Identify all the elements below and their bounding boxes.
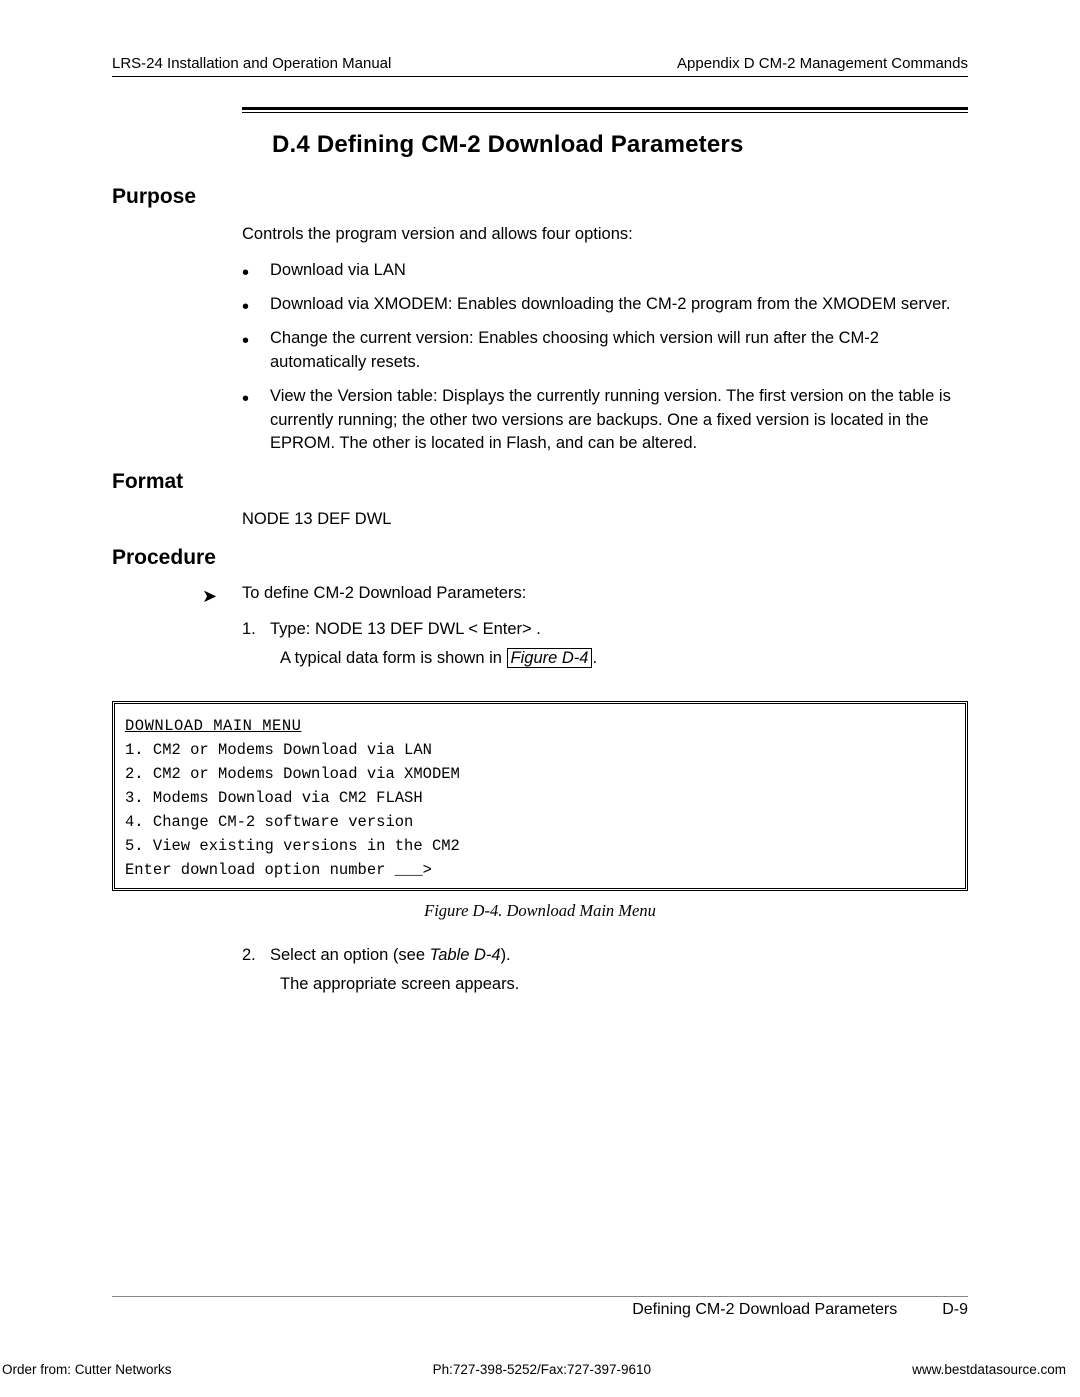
step-2: 2. Select an option (see Table D-4). xyxy=(242,943,968,968)
step1-sub-post: . xyxy=(592,649,597,667)
menu-prompt: Enter download option number ___> xyxy=(125,858,955,882)
procedure-heading: Procedure xyxy=(112,546,968,570)
purpose-heading: Purpose xyxy=(112,185,968,209)
header-left: LRS-24 Installation and Operation Manual xyxy=(112,55,391,72)
purpose-bullet: View the Version table: Displays the cur… xyxy=(242,385,968,457)
procedure-steps-cont: 2. Select an option (see Table D-4). xyxy=(242,943,968,968)
figure-link[interactable]: Figure D-4 xyxy=(507,648,593,668)
step1-cmd: NODE 13 DEF DWL < Enter> . xyxy=(315,620,541,638)
procedure-intro-line: ➤ To define CM-2 Download Parameters: xyxy=(202,584,968,607)
step1-sub-pre: A typical data form is shown in xyxy=(280,649,502,667)
menu-title: DOWNLOAD MAIN MENU xyxy=(125,714,955,738)
procedure-intro: To define CM-2 Download Parameters: xyxy=(242,584,526,603)
step2-pre: Select an option (see xyxy=(270,946,425,964)
menu-line: 1. CM2 or Modems Download via LAN xyxy=(125,738,955,762)
step-number: 2. xyxy=(242,943,256,968)
format-heading: Format xyxy=(112,470,968,494)
arrow-icon: ➤ xyxy=(202,584,242,607)
download-main-menu-box: DOWNLOAD MAIN MENU 1. CM2 or Modems Down… xyxy=(112,701,968,891)
step-number: 1. xyxy=(242,617,256,642)
bottom-row: Order from: Cutter Networks Ph:727-398-5… xyxy=(0,1362,1068,1377)
format-value: NODE 13 DEF DWL xyxy=(242,508,968,532)
bottom-left: Order from: Cutter Networks xyxy=(2,1362,172,1377)
section-double-rule xyxy=(242,107,968,113)
menu-line: 3. Modems Download via CM2 FLASH xyxy=(125,786,955,810)
menu-line: 4. Change CM-2 software version xyxy=(125,810,955,834)
purpose-bullets: Download via LAN Download via XMODEM: En… xyxy=(242,259,968,456)
menu-line: 2. CM2 or Modems Download via XMODEM xyxy=(125,762,955,786)
header-right: Appendix D CM-2 Management Commands xyxy=(677,55,968,72)
page-footer-right: Defining CM-2 Download Parameters D-9 xyxy=(632,1301,968,1319)
footer-rule xyxy=(112,1296,968,1297)
step2-sub: The appropriate screen appears. xyxy=(280,972,968,997)
section-title: D.4 Defining CM-2 Download Parameters xyxy=(112,131,968,159)
step1-sub: A typical data form is shown in Figure D… xyxy=(280,646,968,671)
footer-page: D-9 xyxy=(942,1301,968,1319)
menu-line: 5. View existing versions in the CM2 xyxy=(125,834,955,858)
step-1: 1. Type: NODE 13 DEF DWL < Enter> . xyxy=(242,617,968,642)
page-header: LRS-24 Installation and Operation Manual… xyxy=(112,55,968,76)
purpose-intro: Controls the program version and allows … xyxy=(242,223,968,247)
purpose-bullet: Download via LAN xyxy=(242,259,968,283)
purpose-bullet: Change the current version: Enables choo… xyxy=(242,327,968,375)
step2-post: ). xyxy=(501,946,511,964)
footer-section: Defining CM-2 Download Parameters xyxy=(632,1301,897,1319)
procedure-steps: 1. Type: NODE 13 DEF DWL < Enter> . xyxy=(242,617,968,642)
header-rule xyxy=(112,76,968,77)
table-ref: Table D-4 xyxy=(430,946,501,964)
purpose-bullet: Download via XMODEM: Enables downloading… xyxy=(242,293,968,317)
bottom-center: Ph:727-398-5252/Fax:727-397-9610 xyxy=(433,1362,651,1377)
figure-caption: Figure D-4. Download Main Menu xyxy=(112,901,968,921)
step1-prefix: Type: xyxy=(270,620,315,638)
bottom-right: www.bestdatasource.com xyxy=(912,1362,1066,1377)
